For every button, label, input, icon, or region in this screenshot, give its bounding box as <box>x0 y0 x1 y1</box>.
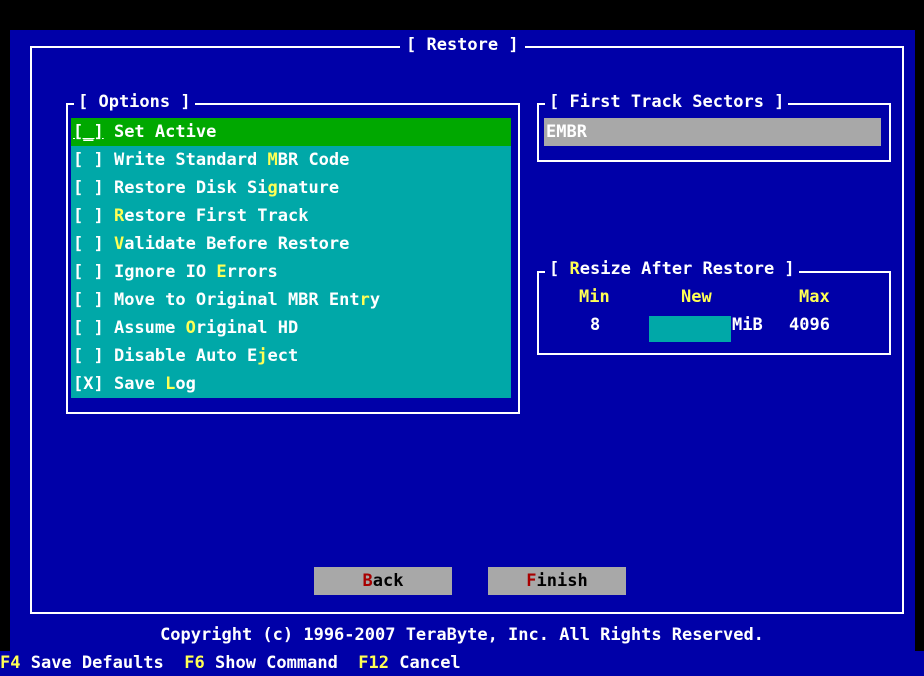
status-f4-save-defaults[interactable]: F4 Save Defaults <box>0 653 164 673</box>
status-bar: F4 Save Defaults F6 Show Command F12 Can… <box>0 651 924 676</box>
option-ignore-io-errors[interactable]: [ ] Ignore IO Errors <box>71 258 511 286</box>
status-f6-show-command[interactable]: F6 Show Command <box>184 653 338 673</box>
option-checkbox[interactable]: [ ] <box>73 206 104 226</box>
option-move-to-original-mbr-entry[interactable]: [ ] Move to Original MBR Entry <box>71 286 511 314</box>
option-checkbox[interactable]: [X] <box>73 374 104 394</box>
option-checkbox[interactable]: [ ] <box>73 346 104 366</box>
option-disable-auto-eject[interactable]: [ ] Disable Auto Eject <box>71 342 511 370</box>
finish-button[interactable]: Finish <box>488 567 626 595</box>
option-restore-first-track[interactable]: [ ] Restore First Track <box>71 202 511 230</box>
resize-title: [ Resize After Restore ] <box>545 259 799 279</box>
status-f12-cancel[interactable]: F12 Cancel <box>358 653 460 673</box>
resize-max-value: 4096 <box>789 315 830 335</box>
option-assume-original-hd[interactable]: [ ] Assume Original HD <box>71 314 511 342</box>
option-set-active[interactable]: [_] Set Active <box>71 118 511 146</box>
option-write-standard-mbr-code[interactable]: [ ] Write Standard MBR Code <box>71 146 511 174</box>
resize-new-label: New <box>681 287 712 307</box>
resize-min-value: 8 <box>590 315 601 335</box>
first-track-sectors-field[interactable]: EMBR <box>544 118 881 146</box>
first-track-sectors-title: [ First Track Sectors ] <box>545 92 789 112</box>
option-checkbox[interactable]: [ ] <box>73 262 104 282</box>
option-checkbox[interactable]: [ ] <box>73 318 104 338</box>
resize-new-input[interactable] <box>649 316 731 342</box>
option-checkbox[interactable]: [ ] <box>73 150 104 170</box>
resize-group <box>537 271 891 355</box>
option-checkbox[interactable]: [ ] <box>73 234 104 254</box>
back-button[interactable]: Back <box>314 567 452 595</box>
option-checkbox[interactable]: [ ] <box>73 178 104 198</box>
resize-min-label: Min <box>579 287 610 307</box>
resize-unit-label: MiB <box>732 315 763 335</box>
dialog-title: [ Restore ] <box>400 34 525 56</box>
option-checkbox[interactable]: [ ] <box>73 290 104 310</box>
option-checkbox[interactable]: [_] <box>73 122 104 142</box>
copyright-text: Copyright (c) 1996-2007 TeraByte, Inc. A… <box>160 625 764 645</box>
options-list: [_] Set Active [ ] Write Standard MBR Co… <box>71 118 511 398</box>
resize-max-label: Max <box>799 287 830 307</box>
option-save-log[interactable]: [X] Save Log <box>71 370 511 398</box>
options-title: [ Options ] <box>74 92 195 112</box>
option-validate-before-restore[interactable]: [ ] Validate Before Restore <box>71 230 511 258</box>
option-restore-disk-signature[interactable]: [ ] Restore Disk Signature <box>71 174 511 202</box>
